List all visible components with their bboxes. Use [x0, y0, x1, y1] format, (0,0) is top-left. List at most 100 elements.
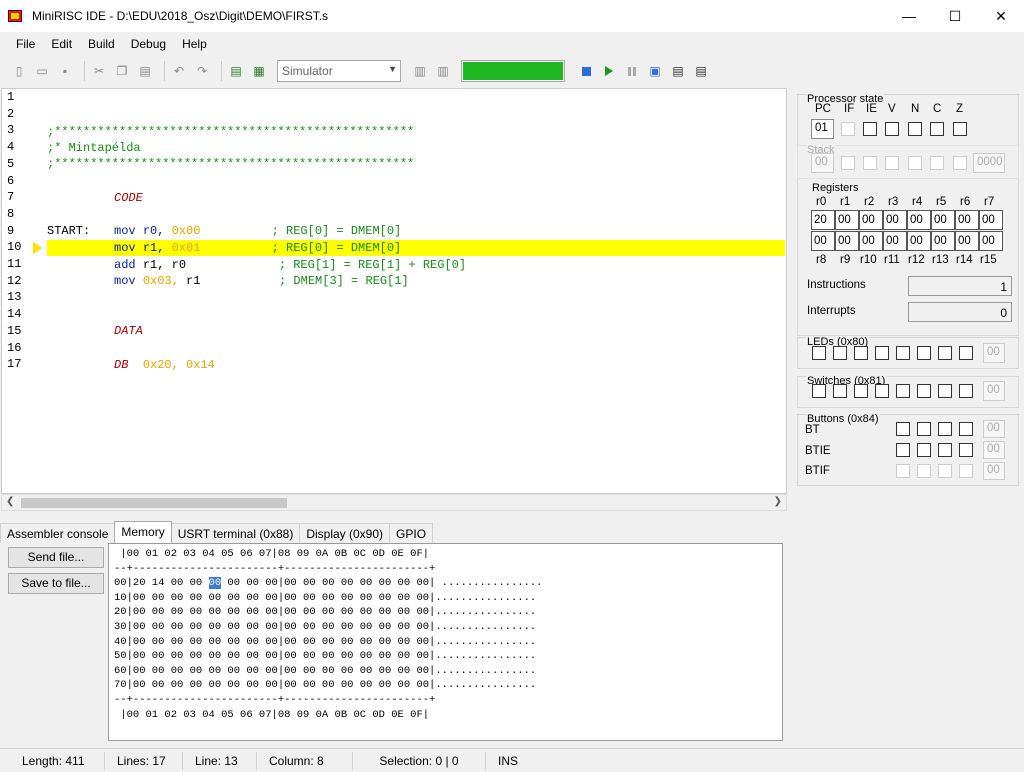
- step-icon[interactable]: ▣: [646, 62, 664, 80]
- switch-checkbox[interactable]: [875, 384, 889, 398]
- register-field[interactable]: 00: [835, 231, 859, 251]
- status-length: Length: 411: [0, 751, 105, 770]
- switch-checkbox[interactable]: [938, 384, 952, 398]
- register-field[interactable]: 00: [907, 231, 931, 251]
- button-checkbox[interactable]: [959, 422, 973, 436]
- switch-checkbox[interactable]: [896, 384, 910, 398]
- stack-checkbox: [863, 156, 877, 170]
- line-number: 16: [7, 340, 22, 355]
- tab-usrt-terminal[interactable]: USRT terminal (0x88): [170, 523, 301, 543]
- cut-icon[interactable]: ✂: [90, 62, 108, 80]
- memory-hex-view[interactable]: |00 01 02 03 04 05 06 07|08 09 0A 0B 0C …: [108, 543, 783, 741]
- register-field[interactable]: 00: [859, 210, 883, 230]
- register-field[interactable]: 00: [883, 231, 907, 251]
- register-field[interactable]: 00: [979, 210, 1003, 230]
- register-label: r12: [908, 254, 925, 266]
- button-checkbox[interactable]: [959, 443, 973, 457]
- switch-checkbox[interactable]: [917, 384, 931, 398]
- run-icon[interactable]: [600, 62, 618, 80]
- button-checkbox[interactable]: [938, 443, 952, 457]
- status-bar: Length: 411 Lines: 17 Line: 13 Column: 8…: [0, 748, 1024, 772]
- memory-selected-byte[interactable]: 00: [208, 577, 222, 590]
- switch-checkbox[interactable]: [854, 384, 868, 398]
- button-checkbox[interactable]: [896, 422, 910, 436]
- menu-file[interactable]: File: [8, 37, 43, 51]
- redo-icon[interactable]: ↷: [193, 62, 211, 80]
- menu-edit[interactable]: Edit: [43, 37, 80, 51]
- save-to-file-button[interactable]: Save to file...: [8, 573, 104, 594]
- register-label: r11: [884, 254, 900, 266]
- scroll-left-icon[interactable]: ❮: [6, 496, 14, 507]
- button-checkbox[interactable]: [917, 422, 931, 436]
- leds-value: 00: [983, 343, 1005, 363]
- flag-c-checkbox[interactable]: [930, 122, 944, 136]
- flag-v-checkbox[interactable]: [885, 122, 899, 136]
- download-run-icon[interactable]: ▥: [434, 62, 452, 80]
- step-over-icon[interactable]: ▤: [692, 62, 710, 80]
- undo-icon[interactable]: ↶: [170, 62, 188, 80]
- register-field[interactable]: 00: [955, 210, 979, 230]
- download-icon[interactable]: ▥: [411, 62, 429, 80]
- line-number: 17: [7, 357, 22, 372]
- switch-checkbox[interactable]: [833, 384, 847, 398]
- pause-icon[interactable]: [623, 62, 641, 80]
- flag-z-checkbox[interactable]: [953, 122, 967, 136]
- interrupts-counter: 0: [908, 302, 1012, 322]
- flag-n-checkbox[interactable]: [908, 122, 922, 136]
- flag-ie-checkbox[interactable]: [863, 122, 877, 136]
- status-column: Column: 8: [257, 751, 353, 770]
- code-line-5: ;***************************************…: [47, 157, 415, 171]
- tab-gpio[interactable]: GPIO: [389, 523, 434, 543]
- switch-checkbox[interactable]: [959, 384, 973, 398]
- flag-if-checkbox[interactable]: [841, 122, 855, 136]
- send-file-button[interactable]: Send file...: [8, 547, 104, 568]
- register-field[interactable]: 00: [859, 231, 883, 251]
- line-number: 1: [7, 90, 15, 104]
- scroll-right-icon[interactable]: ❯: [774, 496, 782, 507]
- code-editor[interactable]: 1 2 3 4 5 6 7 8 9 10 11 12 13 14 15 16 17 ;*************…: [1, 88, 787, 494]
- scroll-thumb[interactable]: [21, 498, 287, 508]
- editor-horizontal-scrollbar[interactable]: ❮ ❯: [1, 494, 787, 511]
- compile-icon[interactable]: ▤: [227, 62, 245, 80]
- paste-icon[interactable]: ▤: [136, 62, 154, 80]
- register-field[interactable]: 00: [811, 231, 835, 251]
- pc-field[interactable]: 01: [811, 119, 834, 139]
- register-field[interactable]: 20: [811, 210, 835, 230]
- register-field[interactable]: 00: [955, 231, 979, 251]
- register-label: r5: [936, 196, 947, 208]
- compile-run-icon[interactable]: ▦: [250, 62, 268, 80]
- tab-assembler-console[interactable]: Assembler console: [0, 523, 116, 543]
- minimize-button[interactable]: —: [886, 0, 932, 32]
- register-field[interactable]: 00: [835, 210, 859, 230]
- line-number: 4: [7, 140, 15, 155]
- step-into-icon[interactable]: ▤: [669, 62, 687, 80]
- save-icon[interactable]: ▪: [56, 62, 74, 80]
- menu-help[interactable]: Help: [174, 37, 215, 51]
- register-field[interactable]: 00: [907, 210, 931, 230]
- tab-memory[interactable]: Memory: [114, 521, 172, 543]
- tab-display[interactable]: Display (0x90): [299, 523, 391, 543]
- code-line-9: START: mov r0, 0x00; REG[0] = DMEM[0]: [47, 224, 402, 238]
- button-checkbox[interactable]: [896, 443, 910, 457]
- copy-icon[interactable]: ❐: [113, 62, 131, 80]
- register-field[interactable]: 00: [979, 231, 1003, 251]
- line-number: 7: [7, 190, 15, 205]
- stop-icon[interactable]: [577, 62, 595, 80]
- open-folder-icon[interactable]: ▭: [33, 62, 51, 80]
- new-file-icon[interactable]: ▯: [10, 62, 28, 80]
- register-field[interactable]: 00: [883, 210, 907, 230]
- maximize-button[interactable]: ☐: [932, 0, 978, 32]
- register-label: r14: [956, 254, 973, 266]
- register-label: r15: [980, 254, 997, 266]
- register-field[interactable]: 00: [931, 210, 955, 230]
- menu-debug[interactable]: Debug: [123, 37, 174, 51]
- button-checkbox[interactable]: [917, 443, 931, 457]
- button-checkbox[interactable]: [938, 422, 952, 436]
- close-button[interactable]: ✕: [978, 0, 1024, 32]
- btie-value: 00: [983, 441, 1005, 459]
- menu-build[interactable]: Build: [80, 37, 123, 51]
- target-select[interactable]: Simulator ▼: [277, 60, 401, 82]
- switch-checkbox[interactable]: [812, 384, 826, 398]
- code-line-11: add r1, r0; REG[1] = REG[1] + REG[0]: [114, 258, 467, 272]
- register-field[interactable]: 00: [931, 231, 955, 251]
